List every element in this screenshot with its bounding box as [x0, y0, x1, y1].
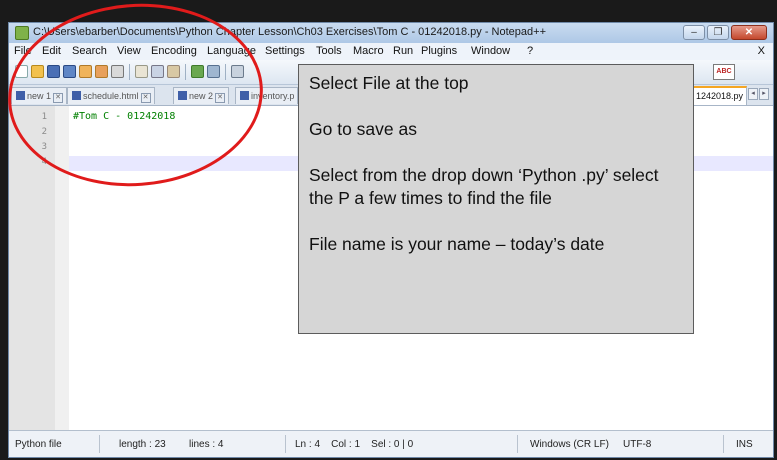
tab-active-file[interactable]: 1242018.py — [693, 86, 748, 105]
close-document-x[interactable]: X — [758, 45, 765, 57]
status-bar: Python file length : 23 lines : 4 Ln : 4… — [9, 430, 773, 457]
menu-window[interactable]: Window — [471, 45, 510, 57]
status-separator — [723, 435, 724, 453]
instruction-callout: Select File at the top Go to save as Sel… — [298, 64, 694, 334]
menu-settings[interactable]: Settings — [265, 45, 305, 57]
status-cursor-position: Ln : 4 Col : 1 Sel : 0 | 0 — [295, 439, 414, 450]
notepad-plus-plus-app-icon — [15, 26, 29, 40]
status-separator — [99, 435, 100, 453]
window-controls: – ❐ ✕ — [683, 25, 767, 40]
instruction-step: Go to save as — [309, 119, 417, 139]
instruction-step: Select from the drop down ‘Python .py’ s… — [309, 165, 659, 208]
menu-run[interactable]: Run — [393, 45, 413, 57]
close-button[interactable]: ✕ — [731, 25, 767, 40]
menu-macro[interactable]: Macro — [353, 45, 384, 57]
status-encoding: UTF-8 — [623, 439, 652, 450]
tab-label: 1242018.py — [696, 91, 744, 101]
instruction-step: File name is your name – today’s date — [309, 234, 605, 254]
menu-help[interactable]: ? — [527, 45, 533, 57]
tab-scroll-arrows: ◂ ▸ — [748, 88, 769, 100]
menu-tools[interactable]: Tools — [316, 45, 342, 57]
status-filetype: Python file — [15, 439, 62, 450]
status-length: length : 23 — [119, 439, 166, 450]
minimize-button[interactable]: – — [683, 25, 705, 40]
status-separator — [517, 435, 518, 453]
instruction-step: Select File at the top — [309, 73, 469, 93]
status-eol: Windows (CR LF) — [530, 439, 609, 450]
spell-check-icon[interactable]: ABC — [713, 64, 735, 80]
tab-scroll-right-icon[interactable]: ▸ — [759, 88, 769, 100]
maximize-button[interactable]: ❐ — [707, 25, 729, 40]
tab-scroll-left-icon[interactable]: ◂ — [748, 88, 758, 100]
status-lines: lines : 4 — [189, 439, 224, 450]
status-insert-mode: INS — [736, 439, 753, 450]
menu-plugins[interactable]: Plugins — [421, 45, 457, 57]
status-separator — [285, 435, 286, 453]
